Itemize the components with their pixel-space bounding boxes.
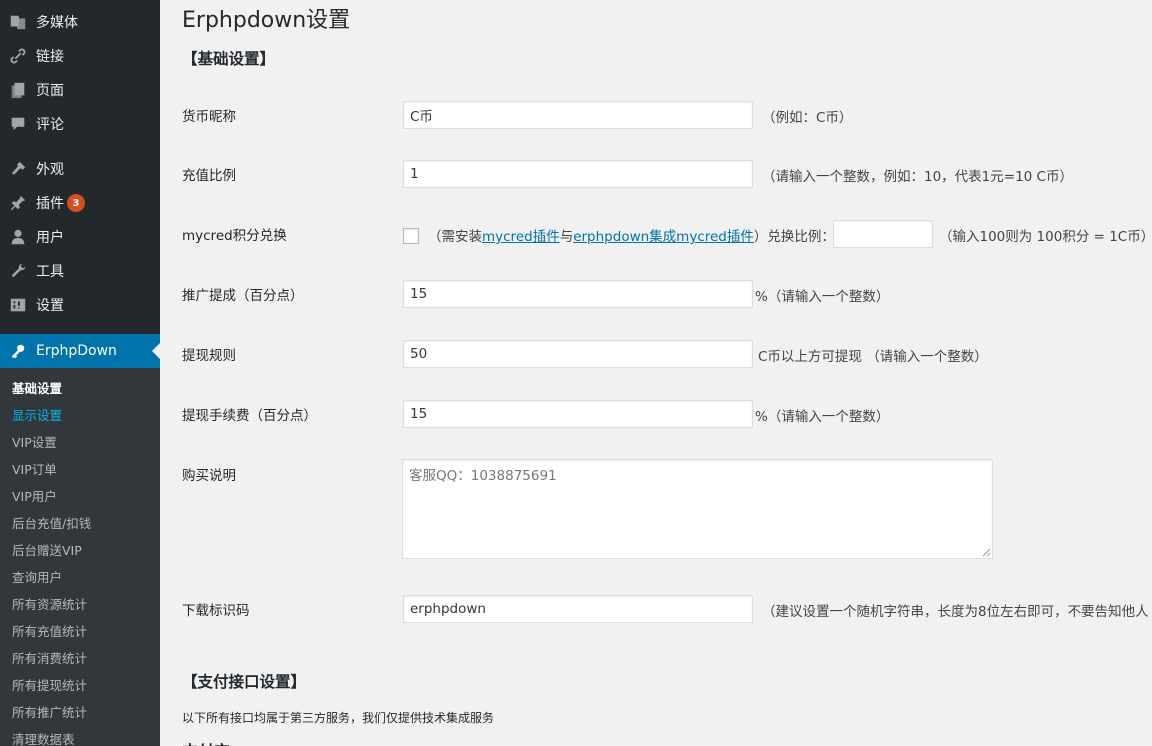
submenu-item-vip-users[interactable]: VIP用户 (12, 483, 57, 510)
sidebar-item-tools[interactable]: 工具 (0, 254, 160, 288)
sidebar-item-media[interactable]: 多媒体 (0, 5, 160, 39)
sidebar-item-label: 链接 (36, 49, 64, 65)
payment-note: 以下所有接口均属于第三方服务，我们仅提供技术集成服务 (182, 711, 495, 725)
section-title-payment: 【支付接口设置】 (182, 673, 307, 691)
sidebar-item-label: 插件 (36, 196, 64, 212)
mycred-desc-suffix: ）兑换比例： (753, 229, 835, 245)
mycred-label: mycred积分兑换 (182, 228, 287, 244)
mycred-desc-prefix: （需安装 (428, 229, 482, 245)
submenu-item-query-user[interactable]: 查询用户 (12, 564, 62, 591)
sidebar-item-label: ErphpDown (36, 343, 117, 359)
purchase-desc-text: 客服QQ：1038875691 (409, 468, 557, 484)
mycred-ratio-input[interactable] (833, 220, 933, 248)
ratio-label: 充值比例 (182, 168, 236, 184)
ratio-input[interactable]: 1 (403, 160, 753, 188)
submenu-item-basic-settings[interactable]: 基础设置 (12, 375, 62, 402)
sidebar-item-plugins[interactable]: 插件 3 (0, 186, 160, 220)
withdraw-fee-input[interactable]: 15 (403, 400, 753, 428)
sidebar-item-pages[interactable]: 页面 (0, 73, 160, 107)
purchase-desc-textarea[interactable]: 客服QQ：1038875691 (402, 459, 993, 559)
submenu-item-recharge-stats[interactable]: 所有充值统计 (12, 618, 87, 645)
withdraw-fee-label: 提现手续费（百分点） (182, 408, 317, 424)
page-icon (0, 81, 36, 99)
submenu-item-gift-vip[interactable]: 后台赠送VIP (12, 537, 82, 564)
withdraw-rule-desc: C币以上方可提现 （请输入一个整数） (758, 349, 988, 365)
sidebar-item-appearance[interactable]: 外观 (0, 152, 160, 186)
sidebar-item-label: 外观 (36, 162, 64, 178)
mycred-checkbox[interactable] (403, 228, 419, 244)
appearance-icon (0, 160, 36, 178)
sidebar-item-links[interactable]: 链接 (0, 39, 160, 73)
section-title-basic: 【基础设置】 (182, 50, 276, 68)
download-code-input[interactable]: erphpdown (403, 595, 753, 623)
user-icon (0, 228, 36, 246)
currency-name-input[interactable]: C币 (403, 101, 753, 129)
sidebar-item-label: 多媒体 (36, 15, 78, 31)
admin-sidebar: 多媒体 链接 页面 评论 外观 插件 3 用户 工具 设置 ErphpDown … (0, 0, 160, 746)
submenu-item-clean-tables[interactable]: 清理数据表 (12, 726, 75, 746)
erphpdown-submenu: 基础设置 显示设置 VIP设置 VIP订单 VIP用户 后台充值/扣钱 后台赠送… (0, 368, 160, 746)
settings-content: Erphpdown设置 【基础设置】 货币昵称 C币 （例如：C币） 充值比例 … (160, 0, 1152, 746)
resize-handle-icon[interactable] (981, 547, 991, 557)
purchase-desc-label: 购买说明 (182, 468, 236, 484)
sidebar-item-label: 设置 (36, 298, 64, 314)
submenu-item-withdraw-stats[interactable]: 所有提现统计 (12, 672, 87, 699)
commission-label: 推广提成（百分点） (182, 288, 304, 304)
mycred-ratio-desc: （输入100则为 100积分 = 1C币） (939, 229, 1152, 245)
link-icon (0, 47, 36, 65)
submenu-item-display-settings[interactable]: 显示设置 (12, 402, 62, 429)
commission-input[interactable]: 15 (403, 280, 753, 308)
key-icon (0, 342, 36, 360)
page-title: Erphpdown设置 (182, 8, 351, 33)
submenu-item-vip-settings[interactable]: VIP设置 (12, 429, 57, 456)
wrench-icon (0, 262, 36, 280)
withdraw-rule-input[interactable]: 50 (403, 340, 753, 368)
sidebar-item-settings[interactable]: 设置 (0, 288, 160, 322)
sidebar-item-label: 工具 (36, 264, 64, 280)
plugin-icon (0, 194, 36, 212)
mycred-plugin-link[interactable]: mycred插件 (482, 229, 560, 245)
submenu-item-resource-stats[interactable]: 所有资源统计 (12, 591, 87, 618)
submenu-item-referral-stats[interactable]: 所有推广统计 (12, 699, 87, 726)
settings-icon (0, 296, 36, 314)
download-code-label: 下载标识码 (182, 603, 250, 619)
ratio-desc: （请输入一个整数，例如：10，代表1元=10 C币） (762, 169, 1073, 185)
currency-name-label: 货币昵称 (182, 109, 236, 125)
active-menu-arrow (152, 343, 160, 359)
sidebar-item-label: 页面 (36, 83, 64, 99)
sidebar-item-users[interactable]: 用户 (0, 220, 160, 254)
plugin-update-badge: 3 (67, 194, 85, 212)
download-code-desc: （建议设置一个随机字符串，长度为8位左右即可，不要告知他人 (762, 604, 1149, 620)
withdraw-fee-desc: %（请输入一个整数） (755, 409, 890, 425)
submenu-item-vip-orders[interactable]: VIP订单 (12, 456, 57, 483)
alipay-heading: 支付宝 (182, 738, 230, 746)
mycred-desc-mid: 与 (559, 229, 574, 245)
mycred-desc: （需安装mycred插件与erphpdown集成mycred插件）兑换比例： (428, 225, 835, 245)
commission-desc: %（请输入一个整数） (755, 289, 890, 305)
currency-name-desc: （例如：C币） (762, 110, 853, 126)
erphpdown-mycred-plugin-link[interactable]: erphpdown集成mycred插件 (573, 229, 754, 245)
media-icon (0, 13, 36, 31)
submenu-item-admin-recharge[interactable]: 后台充值/扣钱 (12, 510, 91, 537)
sidebar-item-comments[interactable]: 评论 (0, 107, 160, 141)
sidebar-item-erphpdown[interactable]: ErphpDown (0, 334, 160, 368)
submenu-item-consume-stats[interactable]: 所有消费统计 (12, 645, 87, 672)
comment-icon (0, 115, 36, 133)
sidebar-item-label: 评论 (36, 117, 64, 133)
sidebar-item-label: 用户 (36, 230, 64, 246)
withdraw-rule-label: 提现规则 (182, 348, 236, 364)
